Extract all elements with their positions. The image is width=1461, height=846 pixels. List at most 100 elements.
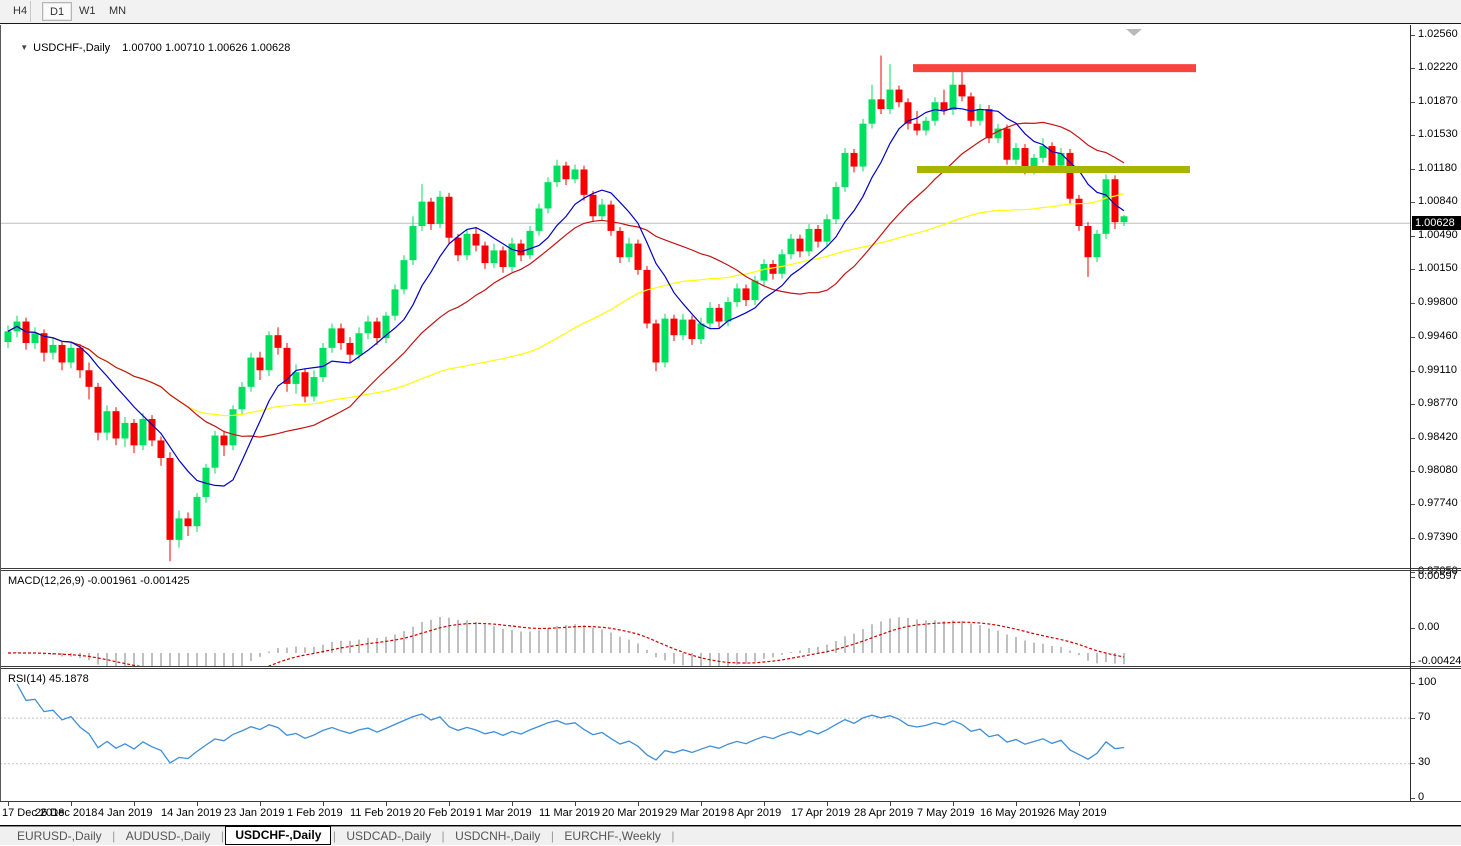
candle-body (976, 109, 984, 121)
time-tick (8, 802, 9, 806)
axis-tick (1411, 628, 1415, 629)
time-axis-label: 26 Dec 2018 (35, 807, 98, 819)
candle-body (571, 169, 579, 180)
candle-body (121, 422, 129, 439)
price-axis-label: 0.98420 (1418, 431, 1458, 443)
rsi-axis-label: 30 (1418, 756, 1431, 768)
candle-body (310, 377, 318, 397)
candle-body (184, 518, 192, 527)
chart-tabs-bar: EURUSD-,Daily | AUDUSD-,Daily | USDCHF-,Dail… (0, 826, 1461, 845)
rsi-panel[interactable] (0, 669, 1410, 801)
candle-body (103, 411, 111, 433)
candle-body (283, 347, 291, 384)
candle-body (463, 233, 471, 256)
symbol-dropdown-icon[interactable]: ▼ (20, 43, 28, 52)
candle-body (67, 347, 75, 363)
candle-body (85, 370, 93, 387)
support-line[interactable] (917, 165, 1190, 173)
time-tick (323, 802, 324, 806)
candle-body (211, 435, 219, 468)
panel-divider[interactable] (0, 568, 1461, 569)
rsi-axis-label: 100 (1418, 676, 1437, 688)
timeframe-toolbar: H4 D1 W1 MN (0, 0, 1461, 24)
candle-body (436, 196, 444, 225)
axis-tick (1411, 68, 1415, 69)
chart-tab-eurusd-daily[interactable]: EURUSD-,Daily (8, 828, 111, 846)
chart-shift-icon[interactable] (1126, 29, 1142, 36)
price-chart[interactable] (0, 25, 1410, 567)
candle-body (562, 165, 570, 180)
axis-tick (1411, 504, 1415, 505)
time-axis-label: 23 Jan 2019 (224, 807, 285, 819)
chart-tab-eurchf-weekly[interactable]: EURCHF-,Weekly (555, 828, 669, 846)
timeframe-button-d1[interactable]: D1 (42, 2, 73, 21)
price-axis-label: 0.97740 (1418, 497, 1458, 509)
candle-body (112, 411, 120, 439)
time-tick (764, 802, 765, 806)
axis-tick (1411, 471, 1415, 472)
candle-body (949, 84, 957, 111)
candle-body (607, 204, 615, 231)
price-axis-label: 1.01530 (1418, 128, 1458, 140)
chart-tab-usdcnh-daily[interactable]: USDCNH-,Daily (446, 828, 549, 846)
candle-body (814, 228, 822, 242)
candle-body (967, 96, 975, 121)
axis-divider (1411, 668, 1461, 669)
axis-tick (1411, 572, 1415, 573)
price-axis-label: 1.01180 (1418, 162, 1457, 174)
axis-tick (1411, 35, 1415, 36)
price-axis-label: 0.98770 (1418, 397, 1458, 409)
candle-body (445, 196, 453, 238)
candle-body (31, 333, 39, 343)
candle-body (355, 333, 363, 355)
time-axis-label: 11 Mar 2019 (539, 807, 600, 819)
rsi-axis-label: 70 (1418, 711, 1431, 723)
candle-body (580, 169, 588, 195)
resistance-line[interactable] (913, 64, 1196, 73)
candle-body (130, 422, 138, 446)
candle-body (868, 99, 876, 124)
time-tick (512, 802, 513, 806)
timeframe-button-w1[interactable]: W1 (72, 2, 103, 21)
macd-panel[interactable] (0, 571, 1410, 666)
tab-separator: | (671, 829, 675, 843)
candle-body (1084, 226, 1092, 258)
candle-body (220, 435, 228, 446)
candle-body (292, 372, 300, 384)
price-axis-label: 1.01870 (1418, 95, 1458, 107)
panel-divider[interactable] (0, 666, 1461, 667)
axis-tick (1411, 404, 1415, 405)
price-axis-label: 1.00490 (1418, 229, 1458, 241)
axis-tick (1411, 169, 1415, 170)
axis-divider (1411, 568, 1461, 569)
timeframe-button-mn[interactable]: MN (102, 2, 133, 21)
candle-body (895, 89, 903, 103)
macd-axis-label: 0.00597 (1418, 570, 1458, 582)
price-axis-label: 0.97390 (1418, 531, 1458, 543)
chart-tab-usdchf-daily[interactable]: USDCHF-,Daily (225, 826, 332, 845)
candle-body (679, 319, 687, 336)
price-axis-label: 1.02220 (1418, 61, 1458, 73)
candle-body (922, 120, 930, 131)
time-axis[interactable]: 17 Dec 2018 26 Dec 2018 4 Jan 2019 14 Jan 2… (0, 802, 1410, 825)
candle-body (931, 102, 939, 121)
axis-tick (1411, 303, 1415, 304)
macd-label: MACD(12,26,9) -0.001961 -0.001425 (8, 575, 190, 587)
price-axis-label: 0.99110 (1418, 364, 1457, 376)
candle-body (139, 418, 147, 446)
candle-body (499, 250, 507, 267)
time-axis-label: 1 Feb 2019 (287, 807, 343, 819)
axis-divider (1411, 570, 1461, 571)
time-axis-label: 20 Mar 2019 (602, 807, 664, 819)
time-axis-label: 17 Apr 2019 (791, 807, 851, 819)
candle-body (247, 357, 255, 387)
candle-body (166, 457, 174, 540)
axis-tick (1411, 798, 1415, 799)
chart-tab-audusd-daily[interactable]: AUDUSD-,Daily (117, 828, 220, 846)
chart-window: ▼ USDCHF-,Daily 1.00700 1.00710 1.00626 1.… (0, 25, 1461, 825)
candle-body (841, 152, 849, 188)
time-tick (134, 802, 135, 806)
price-axis[interactable]: 1.02560 1.02220 1.01870 1.01530 1.01180 1.008… (1410, 25, 1461, 803)
candle-body (733, 288, 741, 303)
chart-tab-usdcad-daily[interactable]: USDCAD-,Daily (337, 828, 440, 846)
